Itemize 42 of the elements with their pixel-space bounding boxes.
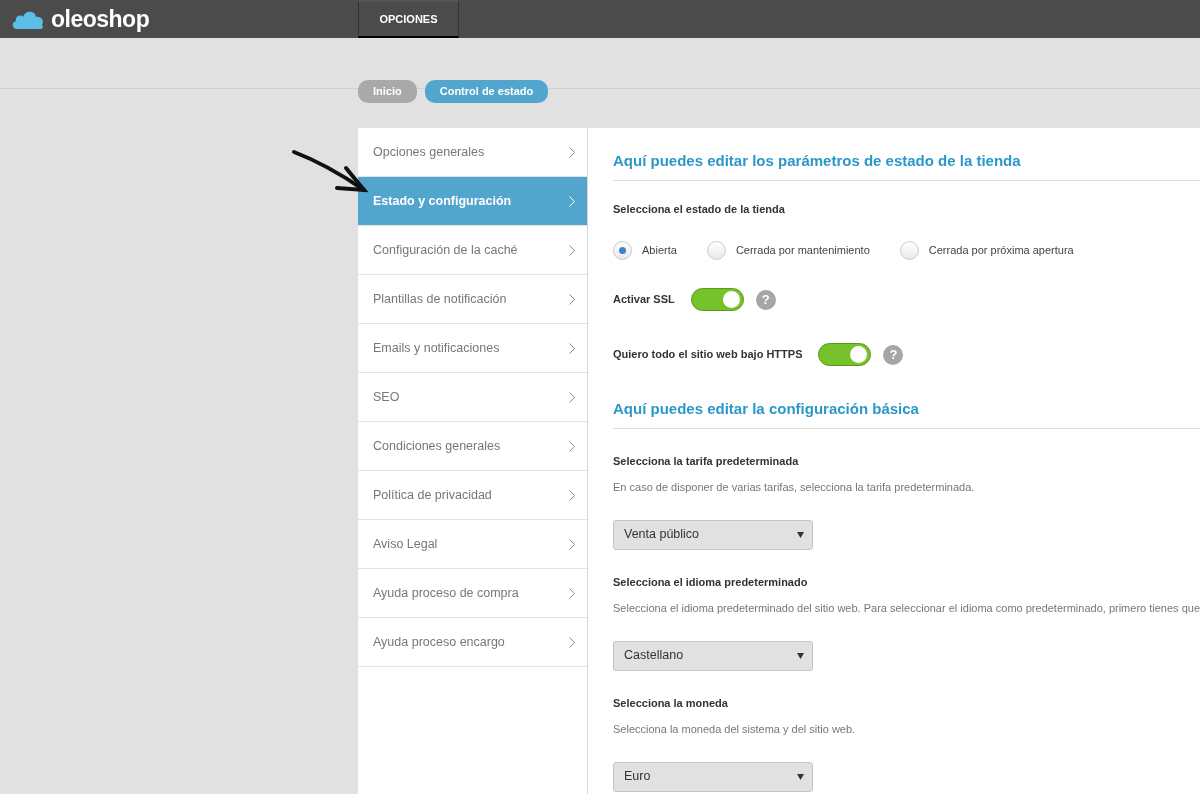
logo-text: oleoshop [51, 4, 150, 34]
chevron-right-icon [569, 440, 575, 452]
dropdown-field[interactable]: Venta público [613, 519, 813, 550]
radio-button[interactable] [706, 241, 726, 260]
toggle-switch[interactable] [690, 288, 744, 311]
chevron-right-icon [569, 489, 575, 501]
help-text: Selecciona el idioma predeterminado del sitio web. Para seleccionar el idioma como predeterminado, primero tienes que [613, 601, 1200, 616]
caret-icon [797, 531, 804, 538]
chevron-right-icon [569, 538, 575, 550]
chevron-right-icon [569, 195, 575, 207]
caret-icon [797, 652, 804, 659]
radio-button[interactable] [613, 241, 632, 260]
section-heading: Aquí puedes editar los parámetros de estado de la tienda [613, 150, 1200, 181]
chevron-right-icon [569, 293, 575, 305]
sidebar-item[interactable]: Estado y configuración [358, 177, 587, 226]
section-heading: Aquí puedes editar la configuración básica [613, 398, 1200, 429]
menu-tab[interactable]: OPCIONES [358, 0, 459, 38]
field-label: Selecciona la tarifa predeterminada [613, 453, 800, 469]
field-label: Selecciona el estado de la tienda [613, 201, 786, 217]
radio-label: Cerrada por próxima apertura [928, 243, 1074, 259]
chevron-right-icon [569, 391, 575, 403]
help-text: Selecciona la moneda del sistema y del sitio web. [613, 722, 857, 737]
dropdown-field[interactable]: Castellano [613, 640, 813, 671]
chevron-right-icon [569, 342, 575, 354]
caret-icon [797, 773, 804, 780]
radio-button[interactable] [899, 241, 919, 260]
dropdown-field[interactable]: Euro [613, 761, 813, 792]
help-text: En caso de disponer de varias tarifas, selecciona la tarifa predeterminada. [613, 480, 976, 495]
chevron-right-icon [569, 244, 575, 256]
field-label: Selecciona el idioma predeterminado [613, 574, 809, 590]
chevron-right-icon [569, 587, 575, 599]
chevron-right-icon [569, 636, 575, 648]
help-icon[interactable]: ? [883, 344, 904, 365]
field-label: Quiero todo el sitio web bajo HTTPS [613, 347, 803, 363]
field-label: Selecciona la moneda [613, 695, 729, 711]
breadcrumb-link[interactable]: Control de estado [424, 80, 549, 103]
help-icon[interactable]: ? [755, 289, 776, 310]
radio-label: Abierta [642, 243, 677, 259]
radio-label: Cerrada por mantenimiento [735, 243, 870, 259]
field-label: Activar SSL [613, 292, 675, 308]
chevron-right-icon [569, 146, 575, 158]
toggle-switch[interactable] [818, 343, 872, 366]
